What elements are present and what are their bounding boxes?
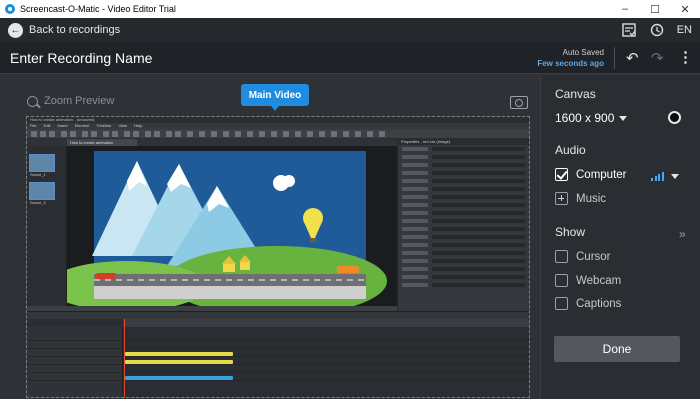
- top-nav-actions: EN: [621, 18, 692, 42]
- timeline-ruler: [123, 319, 529, 327]
- done-button[interactable]: Done: [554, 336, 680, 362]
- app-logo-icon: [5, 4, 15, 14]
- captured-tab-strip: How to create animation: [27, 139, 397, 146]
- captured-properties-panel: Properties - red car (Image): [397, 139, 529, 311]
- captions-label: Captions: [576, 297, 622, 310]
- history-icon[interactable]: [649, 22, 665, 38]
- camera-icon[interactable]: [510, 96, 528, 109]
- show-option-row[interactable]: Cursor: [555, 250, 611, 263]
- captured-tab: How to create animation: [67, 139, 137, 146]
- show-heading: Show: [555, 225, 586, 239]
- video-preview-frame[interactable]: How to create animation - (unsaved) File…: [26, 116, 530, 398]
- audio-heading: Audio: [555, 143, 586, 157]
- undo-icon[interactable]: ↶: [626, 49, 639, 67]
- scene-thumbnail: Scene_2: [29, 182, 55, 205]
- maximize-button[interactable]: ☐: [640, 0, 670, 18]
- scene-thumbnail: Scene_1: [29, 154, 55, 177]
- captured-timeline: [27, 311, 529, 397]
- autosave-label: Auto Saved: [562, 48, 604, 57]
- recording-header: Enter Recording Name Auto Saved Few seco…: [0, 42, 700, 74]
- main-video-badge[interactable]: Main Video: [241, 84, 309, 111]
- captured-toolbar: [27, 129, 529, 139]
- canvas-color-picker[interactable]: [668, 111, 681, 124]
- canvas-size-dropdown[interactable]: 1600 x 900: [555, 111, 628, 125]
- close-button[interactable]: ✕: [670, 0, 700, 18]
- show-option-row[interactable]: Captions: [555, 297, 621, 310]
- cursor-label: Cursor: [576, 250, 611, 263]
- scene-label: Scene_2: [30, 200, 46, 205]
- scene-label: Scene_1: [30, 172, 46, 177]
- chevron-down-icon: [619, 115, 628, 121]
- recording-name-field[interactable]: Enter Recording Name: [10, 50, 152, 66]
- settings-panel: Canvas 1600 x 900 Audio Computer Music S…: [540, 75, 700, 399]
- more-options-icon[interactable]: ⋮: [678, 48, 693, 66]
- back-arrow-icon[interactable]: ←: [8, 22, 23, 38]
- animation-scene-illustration: [47, 146, 397, 316]
- timeline-playhead: [124, 319, 125, 397]
- zoom-preview-control[interactable]: Zoom Preview: [27, 95, 114, 107]
- music-label: Music: [576, 192, 607, 205]
- autosave-time: Few seconds ago: [537, 59, 604, 68]
- timeline-header: [27, 312, 529, 319]
- cursor-checkbox[interactable]: [555, 250, 568, 263]
- top-nav: ← Back to recordings EN: [0, 18, 700, 42]
- audio-options-chevron-icon[interactable]: [671, 174, 679, 179]
- timeline-keyframe-bar: [125, 360, 233, 364]
- canvas-size-value: 1600 x 900: [555, 111, 615, 125]
- captions-checkbox[interactable]: [555, 297, 568, 310]
- timeline-keyframe-bar: [125, 376, 233, 380]
- language-selector[interactable]: EN: [677, 24, 692, 36]
- add-music-row[interactable]: Music: [555, 192, 606, 205]
- captured-stage: [47, 146, 397, 316]
- canvas-heading: Canvas: [555, 87, 596, 101]
- properties-title: Properties - red car (Image): [398, 139, 529, 145]
- window-title: Screencast-O-Matic - Video Editor Trial: [20, 4, 176, 14]
- header-divider: [614, 47, 615, 69]
- redo-icon[interactable]: ↷: [651, 49, 664, 67]
- autosave-status: Auto Saved Few seconds ago: [537, 47, 604, 69]
- volume-meter-icon: [651, 172, 664, 181]
- task-icon[interactable]: [621, 22, 637, 38]
- audio-source-row[interactable]: Computer: [555, 168, 627, 181]
- audio-source-label: Computer: [576, 168, 627, 181]
- captured-scene-list: Scene_1 Scene_2: [27, 146, 67, 306]
- webcam-label: Webcam: [576, 274, 622, 287]
- zoom-preview-label: Zoom Preview: [44, 95, 115, 107]
- show-option-row[interactable]: Webcam: [555, 274, 621, 287]
- timeline-keyframe-bar: [125, 352, 233, 356]
- webcam-checkbox[interactable]: [555, 274, 568, 287]
- expand-icon[interactable]: »: [679, 227, 686, 241]
- minimize-button[interactable]: –: [610, 0, 640, 18]
- back-to-recordings-link[interactable]: Back to recordings: [29, 24, 120, 36]
- add-icon: [555, 192, 568, 205]
- computer-audio-checkbox[interactable]: [555, 168, 568, 181]
- search-icon: [27, 95, 38, 107]
- window-titlebar: Screencast-O-Matic - Video Editor Trial …: [0, 0, 700, 18]
